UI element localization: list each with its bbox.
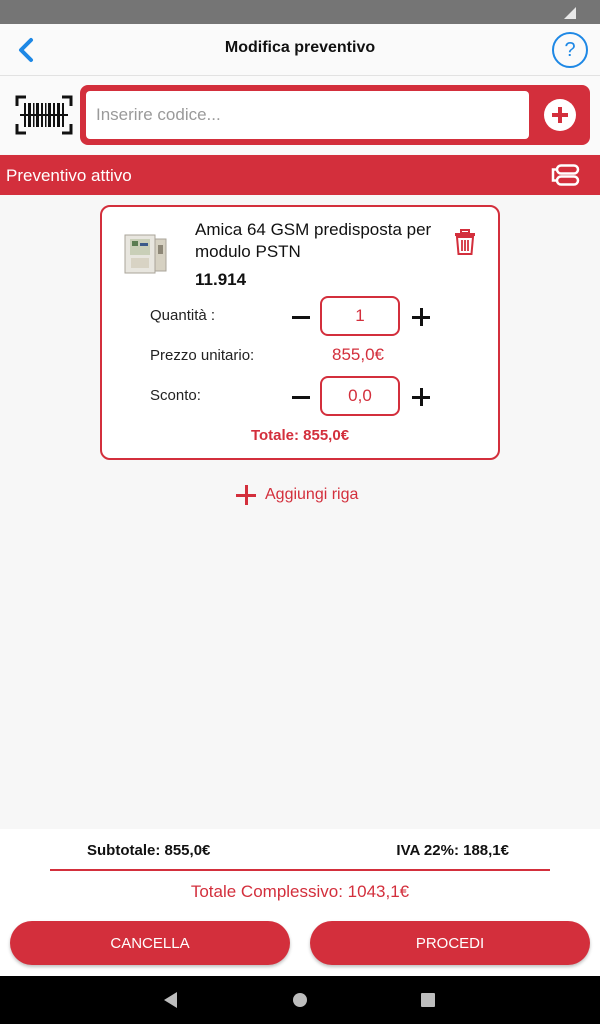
page-title: Modifica preventivo — [224, 39, 376, 56]
list-toggle-icon[interactable] — [550, 164, 580, 186]
nav-recents-icon[interactable] — [421, 993, 435, 1007]
signal-icon — [564, 7, 576, 19]
quote-line-card: Amica 64 GSM predisposta per modulo PSTN… — [100, 205, 500, 460]
summary-footer: Subtotale: 855,0€ IVA 22%: 188,1€ Totale… — [0, 829, 600, 976]
product-code: 11.914 — [195, 270, 247, 289]
system-nav-bar — [0, 976, 600, 1024]
summary-divider — [50, 869, 550, 871]
nav-back-icon[interactable] — [164, 992, 177, 1008]
quantity-field[interactable]: 1 — [320, 296, 400, 336]
trash-icon[interactable] — [454, 229, 476, 255]
app-bar: Modifica preventivo ? — [0, 24, 600, 76]
barcode-scanner-icon — [15, 95, 73, 135]
barcode-scan-button[interactable] — [14, 94, 74, 136]
code-input[interactable] — [86, 91, 529, 139]
add-code-button[interactable] — [544, 99, 576, 131]
plus-icon — [236, 485, 256, 505]
add-row-label: Aggiungi riga — [265, 486, 359, 503]
code-search-box — [80, 85, 590, 145]
discount-label: Sconto: — [150, 387, 201, 404]
question-mark-icon: ? — [564, 38, 576, 61]
subtotal: Subtotale: 855,0€ — [87, 842, 211, 859]
quantity-increase-button[interactable] — [410, 306, 432, 328]
line-total: Totale: 855,0€ — [250, 427, 350, 444]
section-title: Preventivo attivo — [6, 166, 132, 185]
grand-total: Totale Complessivo: 1043,1€ — [190, 882, 410, 901]
quantity-label: Quantità : — [150, 307, 216, 324]
search-row — [0, 76, 600, 154]
nav-home-icon[interactable] — [293, 993, 307, 1007]
discount-decrease-button[interactable] — [290, 386, 312, 408]
plus-circle-icon — [545, 100, 575, 130]
active-quote-header: Preventivo attivo — [0, 155, 600, 195]
add-row-button[interactable]: Aggiungi riga — [236, 484, 358, 506]
product-image — [124, 234, 167, 274]
discount-field[interactable]: 0,0 — [320, 376, 400, 416]
unit-price-value: 855,0€ — [332, 345, 384, 364]
product-name: Amica 64 GSM predisposta per modulo PSTN — [195, 220, 432, 261]
quantity-decrease-button[interactable] — [290, 306, 312, 328]
iva-amount: IVA 22%: 188,1€ — [396, 842, 509, 859]
cancel-button[interactable]: CANCELLA — [10, 921, 290, 965]
help-button[interactable]: ? — [552, 32, 588, 68]
proceed-button[interactable]: PROCEDI — [310, 921, 590, 965]
discount-increase-button[interactable] — [410, 386, 432, 408]
status-bar — [0, 0, 600, 24]
unit-price-label: Prezzo unitario: — [150, 347, 255, 364]
